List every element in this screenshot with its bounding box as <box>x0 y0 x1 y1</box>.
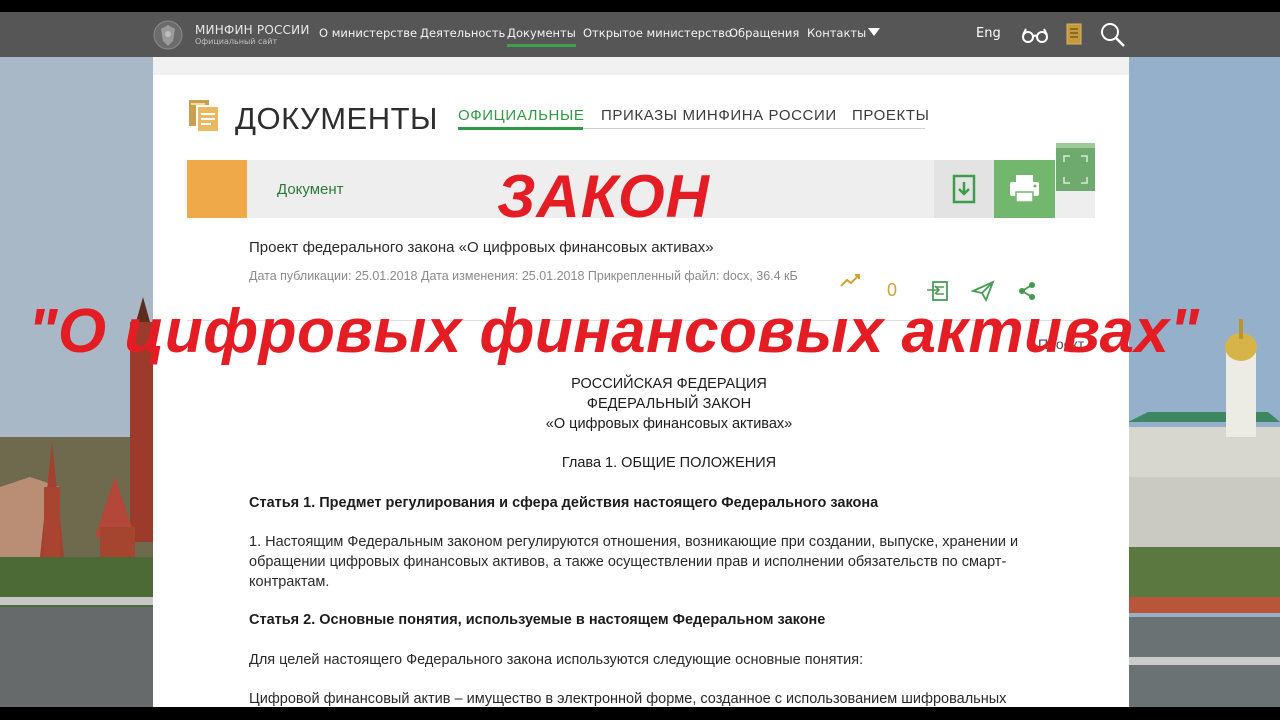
print-button[interactable] <box>994 160 1055 218</box>
download-icon <box>952 174 976 204</box>
top-navigation: МИНФИН РОССИИ Официальный сайт О министе… <box>0 12 1280 57</box>
article-1-text: 1. Настоящим Федеральным законом регулир… <box>249 534 1019 590</box>
document-bar-accent <box>187 160 247 218</box>
law-header-country: РОССИЙСКАЯ ФЕДЕРАЦИЯ <box>571 376 767 392</box>
document-title: Проект федерального закона «О цифровых ф… <box>249 239 714 256</box>
nav-item-open-ministry[interactable]: Открытое министерство <box>583 26 732 40</box>
nav-item-about[interactable]: О министерстве <box>319 26 417 40</box>
overlay-subtitle: "О цифровых финансовых активах" <box>28 297 1200 366</box>
statistics-icon[interactable] <box>839 271 863 291</box>
download-button[interactable] <box>934 160 994 218</box>
kremlin-background-right <box>1128 57 1280 707</box>
eagle-emblem-icon[interactable] <box>153 19 183 51</box>
language-switch[interactable]: Eng <box>976 26 1001 41</box>
search-icon[interactable] <box>1100 22 1126 48</box>
active-tab-indicator <box>458 127 583 130</box>
nav-item-documents[interactable]: Документы <box>507 26 576 47</box>
nav-item-contacts[interactable]: Контакты <box>807 26 866 40</box>
glasses-icon[interactable] <box>1021 26 1049 44</box>
page-title: ДОКУМЕНТЫ <box>235 101 438 136</box>
screen-frame: МИНФИН РОССИИ Официальный сайт О министе… <box>0 12 1280 707</box>
expand-button[interactable] <box>1056 143 1095 191</box>
panel-top-strip <box>153 57 1129 75</box>
logo-subtitle: Официальный сайт <box>195 37 278 46</box>
tab-official[interactable]: ОФИЦИАЛЬНЫЕ <box>458 107 584 124</box>
tab-minfin-orders[interactable]: ПРИКАЗЫ МИНФИНА РОССИИ <box>601 107 837 124</box>
expand-icon <box>1063 155 1088 184</box>
document-bar-label: Документ <box>277 181 344 198</box>
chapter-heading: Глава 1. ОБЩИЕ ПОЛОЖЕНИЯ <box>561 455 777 471</box>
nav-item-appeals[interactable]: Обращения <box>729 26 799 40</box>
book-icon[interactable] <box>1066 23 1082 45</box>
kremlin-background-left <box>0 57 155 707</box>
article-2-heading: Статья 2. Основные понятия, используемые… <box>249 612 826 628</box>
overlay-title: ЗАКОН <box>497 163 710 230</box>
article-1-heading: Статья 1. Предмет регулирования и сфера … <box>249 495 879 511</box>
tab-projects[interactable]: ПРОЕКТЫ <box>852 107 930 124</box>
logo-title[interactable]: МИНФИН РОССИИ <box>195 23 310 37</box>
law-header-type: ФЕДЕРАЛЬНЫЙ ЗАКОН <box>586 396 752 412</box>
law-header-title: «О цифровых финансовых активах» <box>545 416 793 432</box>
printer-icon <box>1010 175 1039 203</box>
document-meta: Дата публикации: 25.01.2018 Дата изменен… <box>249 269 798 283</box>
article-2-intro: Для целей настоящего Федерального закона… <box>249 652 864 668</box>
documents-icon <box>189 100 220 133</box>
chevron-down-icon[interactable] <box>868 28 880 36</box>
article-2-definition: Цифровой финансовый актив – имущество в … <box>249 691 1007 707</box>
nav-item-activity[interactable]: Деятельность <box>420 26 505 40</box>
